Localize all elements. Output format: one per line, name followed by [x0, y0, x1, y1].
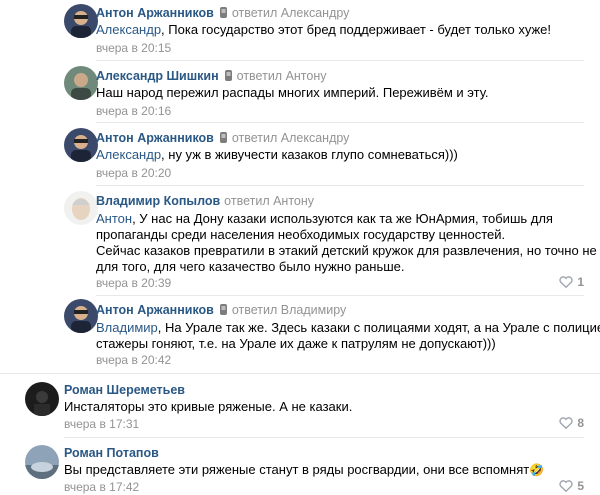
comment-date[interactable]: вчера в 20:16: [96, 104, 171, 118]
comment-text: Александр, ну уж в живучести казаков глу…: [96, 147, 458, 162]
reply-to-link[interactable]: ответил Александру: [232, 131, 350, 145]
comment-date[interactable]: вчера в 17:42: [64, 480, 139, 494]
comment-text: Владимир, На Урале так же. Здесь казаки …: [96, 320, 600, 335]
mention-link[interactable]: Владимир: [96, 320, 158, 335]
avatar[interactable]: [64, 4, 98, 38]
comment-date[interactable]: вчера в 17:31: [64, 417, 139, 431]
emoji-icon: 🤣: [529, 463, 545, 477]
badge-icon: [219, 132, 227, 143]
divider: [0, 373, 600, 374]
comment-date[interactable]: вчера в 20:42: [96, 353, 171, 367]
divider: [96, 122, 584, 123]
reply-to-link[interactable]: ответил Антону: [224, 194, 314, 208]
divider: [64, 437, 584, 438]
mention-link[interactable]: Александр: [96, 147, 161, 162]
comment-text-line: Сейчас казаков превратили в этакий детск…: [96, 243, 597, 258]
badge-icon: [224, 70, 232, 81]
comment-text: Инсталяторы это кривые ряженые. А не каз…: [64, 399, 353, 414]
comment-date[interactable]: вчера в 20:20: [96, 166, 171, 180]
like-count: 5: [577, 479, 584, 493]
badge-icon: [219, 304, 227, 315]
author-name[interactable]: Владимир Копылов: [96, 194, 220, 208]
avatar[interactable]: [64, 66, 98, 100]
avatar[interactable]: [25, 382, 59, 416]
mention-link[interactable]: Александр: [96, 22, 161, 37]
author-name[interactable]: Антон Аржанников: [96, 6, 214, 20]
avatar[interactable]: [64, 191, 98, 225]
comment-text-line: для того, для чего казачество было нужно…: [96, 259, 405, 274]
divider: [96, 185, 584, 186]
reply-to-link[interactable]: ответил Владимиру: [232, 303, 346, 317]
like-button[interactable]: 1: [559, 275, 584, 289]
comment-date[interactable]: вчера в 20:15: [96, 41, 171, 55]
reply-to-link[interactable]: ответил Александру: [232, 6, 350, 20]
avatar[interactable]: [64, 299, 98, 333]
author-name[interactable]: Роман Потапов: [64, 446, 159, 460]
comment-text: Наш народ пережил распады многих империй…: [96, 85, 489, 100]
author-name[interactable]: Роман Шереметьев: [64, 383, 185, 397]
avatar[interactable]: [64, 128, 98, 162]
divider: [96, 295, 584, 296]
author-name[interactable]: Антон Аржанников: [96, 131, 214, 145]
badge-icon: [219, 7, 227, 18]
comment-text: Антон, У нас на Дону казаки используются…: [96, 211, 553, 226]
comment-text: Вы представляете эти ряженые станут в ря…: [64, 462, 545, 477]
like-count: 8: [577, 416, 584, 430]
comment-text-line: стажеры гоняют, т.е. на Урале их даже к …: [96, 336, 496, 351]
reply-to-link[interactable]: ответил Антону: [237, 69, 327, 83]
heart-icon: [559, 480, 573, 492]
comment-text: Александр, Пока государство этот бред по…: [96, 22, 552, 37]
heart-icon: [559, 276, 573, 288]
like-button[interactable]: 8: [559, 416, 584, 430]
avatar[interactable]: [25, 445, 59, 479]
like-count: 1: [577, 275, 584, 289]
divider: [96, 60, 584, 61]
author-name[interactable]: Антон Аржанников: [96, 303, 214, 317]
mention-link[interactable]: Антон: [96, 211, 132, 226]
comment-text-line: пропаганды среди населения необходимых г…: [96, 227, 506, 242]
comment-date[interactable]: вчера в 20:39: [96, 276, 171, 290]
author-name[interactable]: Александр Шишкин: [96, 69, 219, 83]
heart-icon: [559, 417, 573, 429]
like-button[interactable]: 5: [559, 479, 584, 493]
